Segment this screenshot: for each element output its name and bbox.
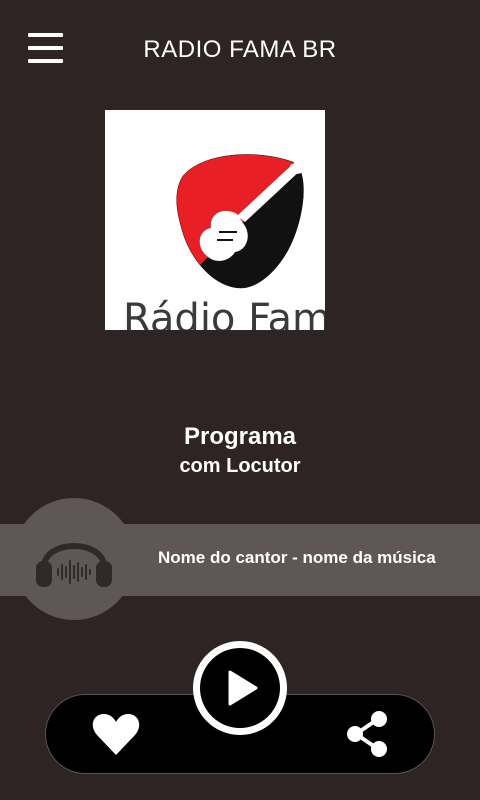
favorite-button[interactable] <box>91 711 141 757</box>
play-icon <box>228 670 258 706</box>
station-logo: Rádio Fama <box>105 110 325 330</box>
heart-icon <box>92 714 140 755</box>
program-host: com Locutor <box>179 455 301 477</box>
share-button[interactable] <box>344 709 394 759</box>
now-playing-disc <box>13 498 135 620</box>
program-title: Programa <box>183 423 297 450</box>
now-playing-text: Nome do cantor - nome da música <box>158 548 436 567</box>
logo-text: Rádio Fama <box>123 296 325 330</box>
app-title: RADIO FAMA BR <box>143 36 337 63</box>
share-icon <box>347 711 387 757</box>
headphones-icon <box>36 543 112 587</box>
play-button[interactable] <box>193 641 287 735</box>
